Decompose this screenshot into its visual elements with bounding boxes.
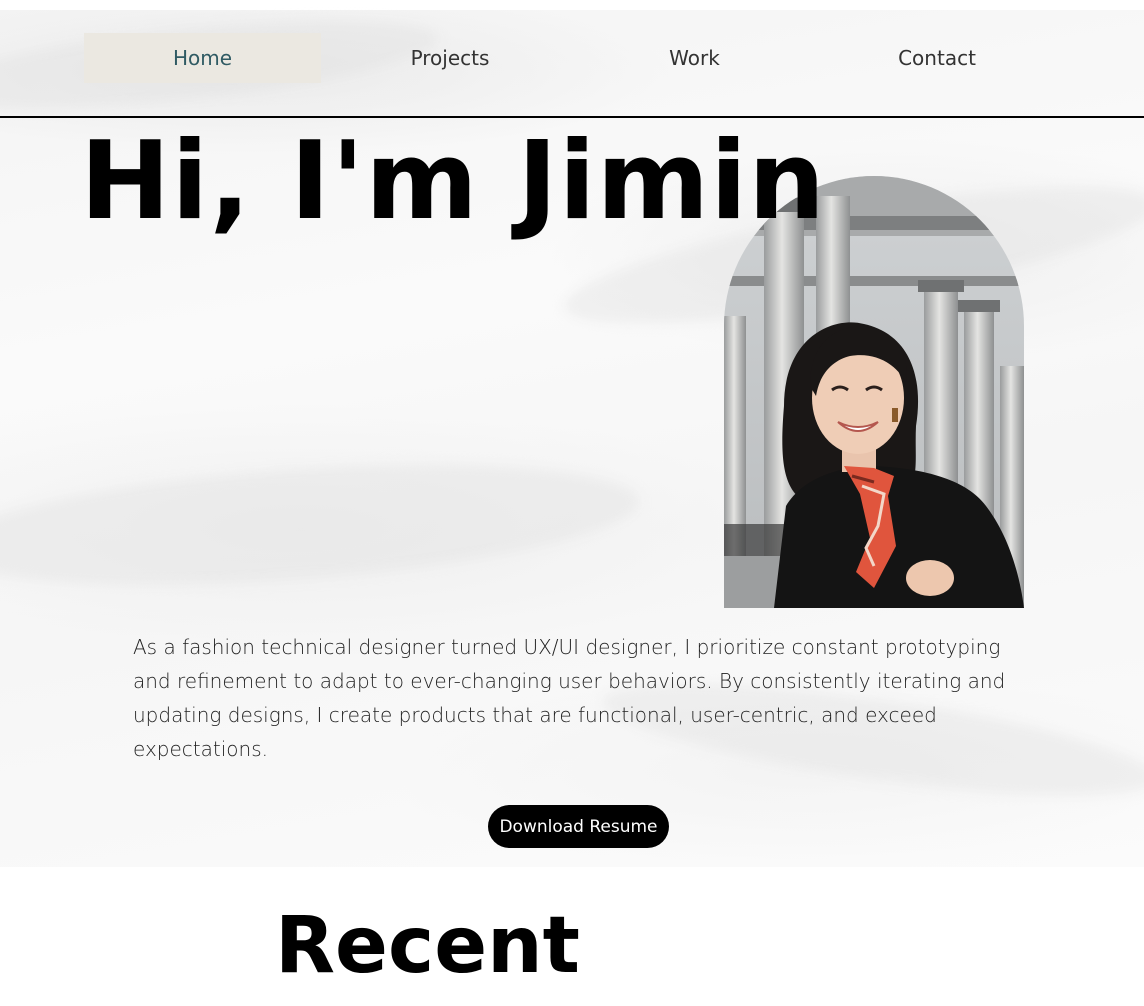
- download-resume-button[interactable]: Download Resume: [488, 805, 669, 848]
- bio-text: As a fashion technical designer turned U…: [133, 635, 1006, 761]
- top-nav: Home Projects Work Contact: [0, 10, 1144, 117]
- page: Home Projects Work Contact Hi, I'm Jimin: [0, 0, 1144, 1006]
- nav-item-work[interactable]: Work: [576, 33, 813, 83]
- nav-item-projects[interactable]: Projects: [331, 33, 569, 83]
- nav-item-home[interactable]: Home: [84, 33, 321, 83]
- hero-title: Hi, I'm Jimin: [80, 119, 827, 244]
- recent-section-title: Recent: [275, 901, 580, 991]
- nav-divider: [0, 116, 1144, 118]
- nav-item-contact[interactable]: Contact: [818, 33, 1056, 83]
